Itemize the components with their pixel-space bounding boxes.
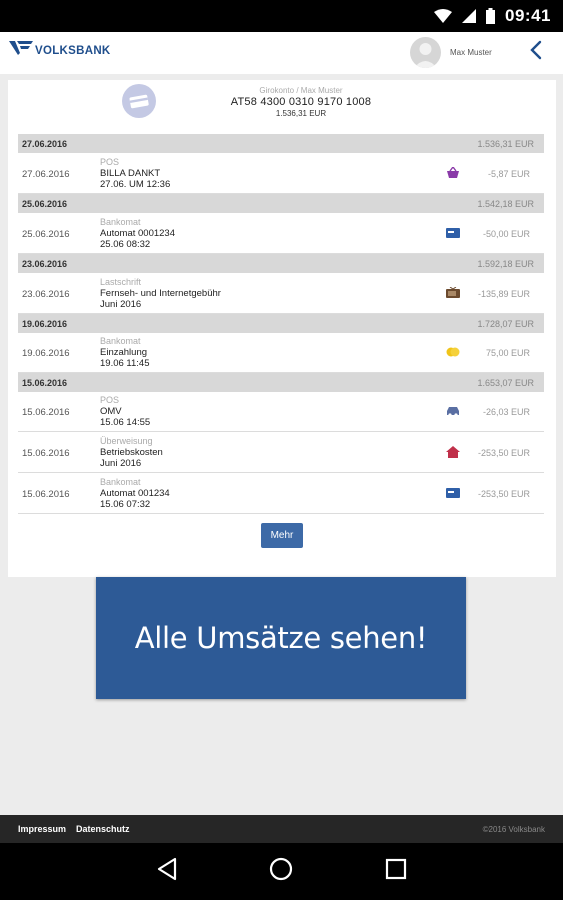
transaction-amount: 75,00 EUR	[485, 348, 530, 358]
group-balance: 1.653,07 EUR	[477, 377, 534, 388]
impressum-link[interactable]: Impressum	[18, 824, 66, 834]
status-bar: 09:41	[0, 0, 563, 32]
transaction-row[interactable]: 23.06.2016 Lastschrift Fernseh- und Inte…	[18, 273, 544, 314]
basket-icon	[446, 167, 460, 179]
transaction-row[interactable]: 27.06.2016 POS BILLA DANKT 27.06. UM 12:…	[18, 153, 544, 194]
system-nav-bar	[0, 843, 563, 900]
date-header: 23.06.2016 1.592,18 EUR	[18, 254, 544, 273]
group-balance: 1.542,18 EUR	[477, 198, 534, 209]
transaction-date: 15.06.2016	[22, 448, 70, 459]
transaction-description: Fernseh- und Internetgebühr	[100, 288, 221, 299]
transaction-row[interactable]: 25.06.2016 Bankomat Automat 0001234 25.0…	[18, 213, 544, 254]
back-button[interactable]	[524, 40, 548, 64]
date-header: 15.06.2016 1.653,07 EUR	[18, 373, 544, 392]
transaction-date: 25.06.2016	[22, 229, 70, 240]
transaction-type: Bankomat	[100, 336, 141, 346]
account-iban: AT58 4300 0310 9170 1008	[230, 96, 372, 108]
transaction-row[interactable]: 15.06.2016 POS OMV 15.06 14:55 -26,03 EU…	[18, 392, 544, 432]
square-recents-icon	[385, 858, 407, 885]
date-header: 27.06.2016 1.536,31 EUR	[18, 134, 544, 153]
transaction-date: 15.06.2016	[22, 407, 70, 418]
brand-name: VOLKSBANK	[35, 44, 111, 57]
group-date: 23.06.2016	[22, 258, 68, 269]
transaction-type: Lastschrift	[100, 277, 142, 287]
transaction-row[interactable]: 15.06.2016 Überweisung Betriebskosten Ju…	[18, 432, 544, 473]
transaction-description: OMV	[100, 406, 122, 417]
triangle-back-icon	[156, 857, 178, 886]
transaction-type: Bankomat	[100, 217, 141, 227]
transaction-detail: 15.06 07:32	[100, 499, 151, 510]
transaction-amount: -26,03 EUR	[482, 407, 530, 417]
transaction-row[interactable]: 19.06.2016 Bankomat Einzahlung 19.06 11:…	[18, 333, 544, 373]
circle-home-icon	[269, 857, 293, 886]
account-balance: 1.536,31 EUR	[275, 109, 327, 118]
transaction-detail: 25.06 08:32	[100, 239, 151, 250]
card-icon	[446, 227, 460, 239]
account-name: Girokonto / Max Muster	[259, 86, 343, 95]
see-all-transactions-banner[interactable]: Alle Umsätze sehen!	[96, 577, 466, 699]
transaction-amount: -253,50 EUR	[477, 448, 530, 458]
transaction-detail: 19.06 11:45	[100, 358, 150, 369]
transaction-list: 27.06.2016 1.536,31 EUR 27.06.2016 POS B…	[18, 134, 544, 514]
account-icon	[122, 84, 156, 118]
wifi-icon	[434, 9, 453, 23]
transaction-type: Bankomat	[100, 477, 141, 487]
transaction-date: 27.06.2016	[22, 169, 70, 180]
nav-recents-button[interactable]	[381, 857, 411, 887]
transaction-description: Betriebskosten	[100, 447, 163, 458]
transactions-card: Girokonto / Max Muster AT58 4300 0310 91…	[8, 80, 556, 577]
coins-icon	[446, 346, 460, 358]
transaction-amount: -5,87 EUR	[487, 169, 530, 179]
date-header: 19.06.2016 1.728,07 EUR	[18, 314, 544, 333]
transaction-amount: -135,89 EUR	[477, 289, 530, 299]
volksbank-logo-icon	[9, 40, 33, 61]
transaction-description: Automat 001234	[100, 488, 170, 499]
signal-icon	[462, 9, 477, 23]
transaction-date: 19.06.2016	[22, 348, 70, 359]
transaction-detail: Juni 2016	[100, 458, 142, 469]
transaction-row[interactable]: 15.06.2016 Bankomat Automat 001234 15.06…	[18, 473, 544, 514]
transaction-type: Überweisung	[100, 436, 153, 446]
nav-home-button[interactable]	[266, 857, 296, 887]
transaction-detail: 15.06 14:55	[100, 417, 151, 428]
avatar[interactable]	[410, 37, 441, 68]
brand-logo[interactable]: VOLKSBANK	[9, 40, 111, 61]
group-balance: 1.536,31 EUR	[477, 138, 534, 149]
footer: Impressum Datenschutz ©2016 Volksbank	[0, 815, 563, 843]
transaction-type: POS	[100, 157, 120, 167]
house-icon	[446, 446, 460, 458]
transaction-amount: -50,00 EUR	[482, 229, 530, 239]
transaction-description: Einzahlung	[100, 347, 148, 358]
user-name[interactable]: Max Muster	[450, 48, 492, 57]
transaction-date: 23.06.2016	[22, 289, 70, 300]
group-date: 27.06.2016	[22, 138, 68, 149]
clock: 09:41	[505, 6, 551, 25]
car-icon	[446, 405, 460, 417]
transaction-type: POS	[100, 395, 120, 405]
nav-back-button[interactable]	[152, 857, 182, 887]
more-button[interactable]: Mehr	[261, 523, 303, 548]
transaction-description: Automat 0001234	[100, 228, 176, 239]
group-date: 25.06.2016	[22, 198, 68, 209]
tv-icon	[446, 287, 460, 299]
group-date: 19.06.2016	[22, 318, 68, 329]
group-date: 15.06.2016	[22, 377, 68, 388]
battery-icon	[486, 8, 496, 24]
group-balance: 1.592,18 EUR	[477, 258, 534, 269]
transaction-amount: -253,50 EUR	[477, 489, 530, 499]
chevron-left-icon	[529, 40, 543, 65]
app-header: VOLKSBANK Max Muster	[0, 32, 563, 74]
card-icon	[446, 487, 460, 499]
group-balance: 1.728,07 EUR	[477, 318, 534, 329]
datenschutz-link[interactable]: Datenschutz	[76, 824, 130, 834]
transaction-date: 15.06.2016	[22, 489, 70, 500]
transaction-detail: 27.06. UM 12:36	[100, 179, 171, 190]
copyright: ©2016 Volksbank	[482, 824, 545, 834]
transaction-description: BILLA DANKT	[100, 168, 161, 179]
transaction-detail: Juni 2016	[100, 299, 142, 310]
date-header: 25.06.2016 1.542,18 EUR	[18, 194, 544, 213]
